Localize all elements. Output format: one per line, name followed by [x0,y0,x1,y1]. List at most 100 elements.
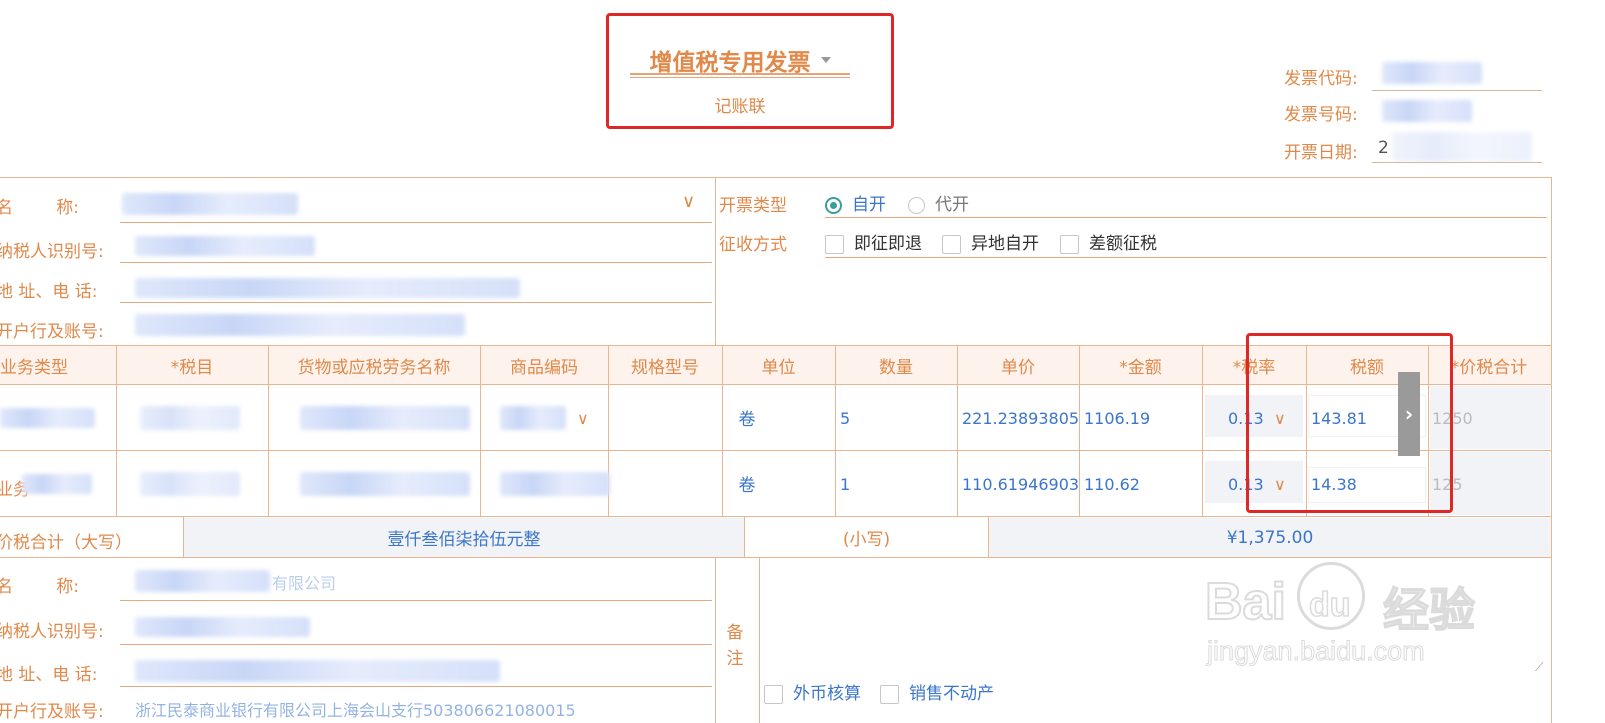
row1-unit[interactable]: 卷 [722,385,772,450]
seller-taxid-label: 纳税人识别号: [0,622,104,642]
row2-unit-price[interactable]: 110.61946903 [962,475,1079,494]
seller-divider [715,557,716,723]
row2-business-type-blur [22,474,92,494]
seller-address-value [135,660,500,682]
row2-quantity[interactable]: 1 [840,475,850,494]
checkbox-icon [764,684,783,704]
row2-unit[interactable]: 卷 [722,451,772,516]
row2-product-code[interactable] [500,472,610,496]
seller-bank-label: 开户行及账号: [0,702,104,722]
buyer-taxid-underline [120,262,712,263]
issue-type-agent-label: 代开 [935,195,969,215]
checkbox-differential-tax[interactable]: 差额征税 [1060,229,1157,254]
checkbox-immediate-refund-label: 即征即退 [854,234,922,254]
watermark-cn: 经验 [1382,582,1476,638]
title-underline [630,73,850,75]
invoice-date-blur [1392,132,1532,162]
remarks-label: 备注 [726,623,744,669]
invoice-number-label: 发票号码: [1284,105,1358,125]
radio-checked-icon [825,196,842,214]
row2-amount[interactable]: 110.62 [1084,475,1140,494]
row1-unit-price[interactable]: 221.23893805 [962,409,1079,428]
invoice-date-label: 开票日期: [1284,143,1358,163]
col-header-business-type: 业务类型 [0,357,68,378]
row1-product-code[interactable] [500,406,566,430]
buyer-bank-value [135,314,465,336]
checkbox-foreign-currency[interactable]: 外币核算 [764,679,861,704]
col-header-goods-name: 货物或应税劳务名称 [297,357,451,378]
col-header-tax-item: *税目 [170,357,214,378]
checkbox-icon [942,234,961,254]
issue-type-agent-radio[interactable]: 代开 [908,190,969,215]
watermark-brand-2: du [1308,585,1351,625]
invoice-date-value[interactable]: 2 [1378,138,1389,158]
issue-type-self-label: 自开 [852,195,886,215]
row1-product-code-dropdown-icon[interactable]: ∨ [577,409,589,428]
total-divider [183,517,184,557]
col-header-amount: *金额 [1119,357,1162,378]
invoice-type-label: 增值税专用发票 [649,50,811,76]
seller-name-underline [120,600,712,601]
baidu-watermark-logo: Bai du 经验 jingyan.baidu.com [1204,562,1495,672]
seller-name-label: 名 称: [0,577,79,597]
buyer-name-value [122,193,298,215]
col-header-product-code: 商品编码 [510,357,578,378]
seller-name-value [135,570,270,592]
col-header-quantity: 数量 [879,357,913,378]
row1-goods-name[interactable] [300,406,470,430]
issue-type-self-radio[interactable]: 自开 [825,190,886,215]
invoice-number-value [1382,100,1472,122]
checkbox-foreign-currency-label: 外币核算 [793,684,861,704]
total-lower-value: ¥1,375.00 [1226,527,1314,548]
checkbox-real-estate[interactable]: 销售不动产 [880,679,994,704]
issue-type-underline [825,217,1547,218]
buyer-address-value [135,278,520,298]
seller-taxid-value [135,617,310,637]
row1-amount[interactable]: 1106.19 [1084,409,1150,428]
watermark-brand: Bai [1204,572,1287,632]
checkbox-differential-tax-label: 差额征税 [1089,234,1157,254]
checkbox-remote-self-label: 异地自开 [971,234,1039,254]
collection-method-label: 征收方式 [719,235,787,255]
buyer-taxid-label: 纳税人识别号: [0,242,104,262]
checkbox-icon [880,684,899,704]
invoice-code-label: 发票代码: [1284,69,1358,89]
resize-handle-icon[interactable]: ⟋ [1535,660,1543,675]
seller-address-underline [120,686,712,687]
checkbox-icon [1060,234,1079,254]
title-underline-2 [630,77,850,78]
row1-tax-item[interactable] [140,406,240,430]
tax-highlight-box [1246,333,1453,513]
seller-address-label: 地 址、电 话: [0,665,98,685]
buyer-divider [715,177,716,345]
row1-quantity[interactable]: 5 [840,409,850,428]
buyer-bank-label: 开户行及账号: [0,322,104,342]
checkbox-remote-self[interactable]: 异地自开 [942,229,1039,254]
collection-method-underline [825,257,1547,258]
invoice-code-value [1382,62,1482,84]
row2-goods-name[interactable] [300,472,470,496]
table-row-2-bottom [0,516,1552,517]
buyer-name-label: 名 称: [0,198,79,218]
buyer-address-label: 地 址、电 话: [0,282,98,302]
checkbox-immediate-refund[interactable]: 即征即退 [825,229,922,254]
buyer-address-underline [120,302,712,303]
seller-taxid-underline [120,644,712,645]
row2-tax-item[interactable] [140,472,240,496]
invoice-date-underline [1372,162,1542,163]
buyer-name-dropdown-icon[interactable]: ∨ [682,191,695,212]
invoice-code-underline [1372,90,1542,91]
frame-top [0,177,1552,178]
issue-type-label: 开票类型 [719,196,787,216]
radio-unchecked-icon [908,196,925,214]
seller-name-tail: 有限公司 [272,574,337,593]
checkbox-real-estate-label: 销售不动产 [909,684,994,704]
seller-bank-value[interactable]: 浙江民泰商业银行有限公司上海会山支行503806621080015 [135,697,576,721]
total-lower-label: (小写) [842,530,891,550]
col-header-unit: 单位 [761,357,796,378]
buyer-taxid-value [135,236,315,256]
col-header-spec: 规格型号 [631,357,699,378]
total-upper-label: 价税合计（大写） [0,533,132,553]
row1-business-type[interactable] [0,408,95,428]
invoice-copy-label: 记账联 [714,97,766,117]
